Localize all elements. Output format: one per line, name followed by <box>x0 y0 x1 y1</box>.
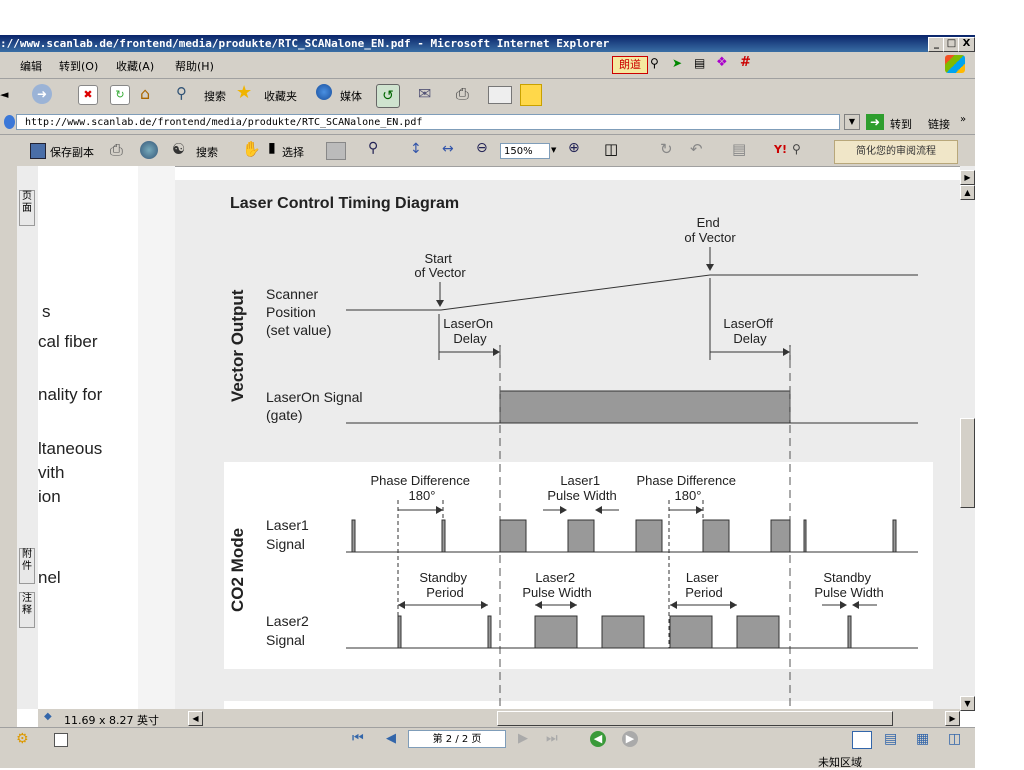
facing-pages-icon[interactable]: ▦ <box>916 731 929 747</box>
laser-period-label: Laser Period <box>685 570 723 600</box>
laser1-pulse <box>770 519 791 553</box>
laser2-pulse <box>487 615 492 649</box>
scanner-position-label: Scanner Position (set value) <box>266 286 331 338</box>
laseroff-delay-label: LaserOff Delay <box>723 316 776 346</box>
laser2-pulse <box>601 615 645 649</box>
laseron-signal-label: LaserOn Signal (gate) <box>266 389 366 423</box>
continuous-facing-icon[interactable]: ◫ <box>948 731 961 747</box>
scroll-right-small-icon[interactable]: ▶ <box>960 170 975 185</box>
horizontal-scroll-thumb[interactable] <box>497 711 893 726</box>
laser2-pulse <box>736 615 780 649</box>
laser1-pulse <box>803 519 807 553</box>
vertical-scroll-thumb[interactable] <box>960 418 975 508</box>
laser1-pulse <box>892 519 897 553</box>
next-page-icon[interactable]: ▶ <box>518 731 528 746</box>
first-page-icon[interactable]: ⏮ <box>352 731 364 746</box>
start-of-vector-label: Start of Vector <box>414 251 466 280</box>
go-forward-view-icon[interactable]: ▶ <box>622 731 638 747</box>
standby-period-label: Standby Period <box>419 570 470 600</box>
laser1-pulse <box>635 519 663 553</box>
laseron-gate-pulse <box>499 390 791 424</box>
laser1-pulse <box>351 519 356 553</box>
single-page-icon[interactable] <box>852 731 872 749</box>
scroll-left-icon[interactable]: ◀ <box>188 711 203 726</box>
scanner-position-line <box>346 274 918 311</box>
page-size-icon: ◆ <box>44 711 52 722</box>
laser1-pulse <box>567 519 595 553</box>
scroll-down-icon[interactable]: ▼ <box>960 696 975 711</box>
laseron-delay-label: LaserOn Delay <box>443 316 497 346</box>
continuous-page-icon[interactable]: ▤ <box>884 731 897 747</box>
page-size-label: 11.69 x 8.27 英寸 <box>64 714 159 727</box>
scroll-up-icon[interactable]: ▲ <box>960 185 975 200</box>
lock-icon: ⚙ <box>16 731 29 747</box>
laser2-pulse <box>847 615 852 649</box>
timing-diagram: Laser Control Timing Diagram Vector Outp… <box>224 195 933 709</box>
laser1-pulse <box>441 519 446 553</box>
standby-pulse-width-label: Standby Pulse Width <box>814 570 883 600</box>
laser1-pulse <box>702 519 730 553</box>
page-number-field[interactable]: 第 2 / 2 页 <box>408 730 506 748</box>
go-back-view-icon[interactable]: ◀ <box>590 731 606 747</box>
section-vector-output: Vector Output <box>228 289 247 402</box>
options-icon[interactable] <box>54 733 68 747</box>
scroll-right-icon[interactable]: ▶ <box>945 711 960 726</box>
next-panel <box>224 701 933 709</box>
laser2-pulse <box>397 615 402 649</box>
laser1-pulse <box>499 519 527 553</box>
last-page-icon[interactable]: ⏭ <box>546 731 558 746</box>
end-of-vector-label: End of Vector <box>684 215 736 245</box>
laser2-pulse <box>669 615 713 649</box>
section-co2-mode: CO2 Mode <box>228 528 247 612</box>
laser2-pulse <box>534 615 578 649</box>
diagram-title: Laser Control Timing Diagram <box>230 195 459 212</box>
previous-page-icon[interactable]: ◀ <box>386 731 396 746</box>
